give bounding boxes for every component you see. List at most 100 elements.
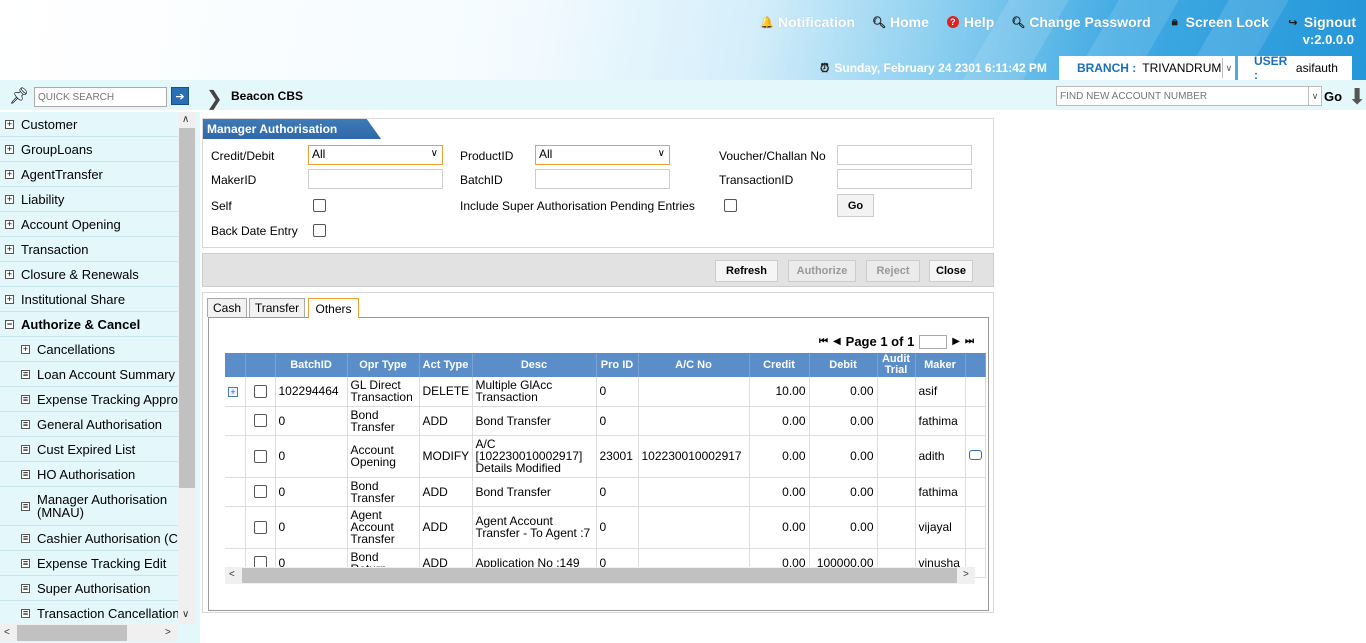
sidebar-item[interactable]: ≡ Manager Authorisation (MNAU) bbox=[0, 487, 178, 526]
sidebar-item[interactable]: + Closure & Renewals bbox=[0, 262, 178, 287]
table-row[interactable]: 0 Bond Transfer ADD Bond Transfer 0 0.00 0.00 f… bbox=[225, 477, 986, 507]
sidebar-item[interactable]: ≡ Loan Account Summary bbox=[0, 362, 178, 387]
tab-others[interactable]: Others bbox=[308, 298, 359, 318]
nav-change-password[interactable]: 🔍︎ Change Password bbox=[1011, 14, 1150, 30]
sidebar-item[interactable]: ≡ Cashier Authorisation (CAU) bbox=[0, 526, 178, 551]
header-batch[interactable]: BatchID bbox=[275, 353, 348, 377]
sidebar-item[interactable]: ≡ Expense Tracking Edit bbox=[0, 551, 178, 576]
tabs-area: Cash Transfer Others ⏮︎ ◀︎ Page 1 of 1 ▶… bbox=[202, 292, 994, 613]
sidebar-item[interactable]: + Customer bbox=[0, 112, 178, 137]
header-audit-trial[interactable]: Audit Trial bbox=[877, 353, 916, 377]
table-row[interactable]: 0 Agent Account Transfer ADD Agent Account … bbox=[225, 506, 986, 549]
header-opr-type[interactable]: Opr Type bbox=[347, 353, 420, 377]
nav-notification[interactable]: 🔔 Notification bbox=[760, 14, 855, 30]
scroll-down-icon[interactable]: ∨ bbox=[182, 609, 189, 620]
tab-cash[interactable]: Cash bbox=[207, 298, 247, 317]
next-page-icon[interactable]: ▶︎ bbox=[952, 336, 960, 347]
table-row[interactable]: 0 Bond Transfer ADD Bond Transfer 0 0.00 0.00 f… bbox=[225, 406, 986, 436]
arrow-down-icon[interactable]: ⬇︎ bbox=[1348, 84, 1366, 110]
back-date-checkbox[interactable] bbox=[313, 224, 326, 237]
sidebar-item[interactable]: ≡ Cust Expired List bbox=[0, 437, 178, 462]
sidebar-item[interactable]: + AgentTransfer bbox=[0, 162, 178, 187]
sidebar-item[interactable]: ≡ HO Authorisation bbox=[0, 462, 178, 487]
product-select[interactable]: All ∨ bbox=[535, 145, 670, 165]
self-checkbox[interactable] bbox=[313, 199, 326, 212]
super-auth-checkbox[interactable] bbox=[724, 199, 737, 212]
maker-input[interactable] bbox=[308, 169, 443, 189]
sidebar-item[interactable]: ≡ Transaction Cancellation bbox=[0, 601, 178, 624]
expand-row-icon[interactable]: + bbox=[228, 387, 238, 398]
chevron-down-icon[interactable]: ∨ bbox=[1308, 87, 1321, 105]
sidebar-item[interactable]: + Transaction bbox=[0, 237, 178, 262]
sidebar-item[interactable]: + Liability bbox=[0, 187, 178, 212]
scroll-left-icon[interactable]: < bbox=[4, 627, 10, 638]
prev-page-icon[interactable]: ◀︎ bbox=[833, 336, 841, 347]
scrollbar-thumb[interactable] bbox=[179, 128, 195, 488]
scrollbar-thumb[interactable] bbox=[17, 625, 127, 641]
row-checkbox[interactable] bbox=[253, 485, 267, 499]
branch-selector[interactable]: BRANCH : TRIVANDRUM ∨ bbox=[1058, 56, 1235, 80]
header-maker[interactable]: Maker bbox=[915, 353, 966, 377]
row-checkbox[interactable] bbox=[253, 449, 267, 463]
cell-credit: 10.00 bbox=[749, 377, 810, 407]
expand-icon: + bbox=[5, 193, 14, 204]
credit-debit-select[interactable]: All ∨ bbox=[308, 145, 443, 165]
authorize-button[interactable]: Authorize bbox=[788, 260, 856, 282]
expand-icon: + bbox=[21, 343, 30, 354]
cell-ac-no bbox=[638, 406, 750, 436]
comment-cell bbox=[965, 435, 986, 478]
sidebar-item[interactable]: ≡ Super Authorisation bbox=[0, 576, 178, 601]
pin-icon[interactable]: 📌︎ bbox=[9, 86, 29, 106]
nav-help[interactable]: ? Help bbox=[946, 14, 994, 30]
table-row[interactable]: +102294464 GL Direct Transaction DELETE Mul… bbox=[225, 377, 986, 407]
scroll-up-icon[interactable]: ∧ bbox=[182, 114, 189, 125]
refresh-button[interactable]: Refresh bbox=[715, 260, 778, 282]
sidebar-item[interactable]: ≡ Expense Tracking Approval bbox=[0, 387, 178, 412]
sidebar-item[interactable]: − Authorize & Cancel bbox=[0, 312, 178, 337]
row-checkbox[interactable] bbox=[253, 414, 267, 428]
scrollbar-thumb[interactable] bbox=[242, 568, 957, 583]
header-credit[interactable]: Credit bbox=[749, 353, 810, 377]
sidebar-item[interactable]: + Account Opening bbox=[0, 212, 178, 237]
account-search-input[interactable] bbox=[1056, 86, 1322, 106]
cell-opr-type: Bond Transfer bbox=[347, 477, 420, 507]
tab-transfer[interactable]: Transfer bbox=[249, 298, 305, 317]
header-debit[interactable]: Debit bbox=[809, 353, 878, 377]
grid-horizontal-scrollbar[interactable]: < > bbox=[225, 567, 975, 584]
chevron-down-icon[interactable]: ∨ bbox=[1221, 58, 1235, 78]
nav-signout[interactable]: ↪ Signout bbox=[1287, 14, 1356, 30]
page-input[interactable] bbox=[919, 334, 948, 349]
scroll-right-icon[interactable]: > bbox=[963, 569, 969, 580]
row-checkbox[interactable] bbox=[253, 384, 267, 398]
header-act-type[interactable]: Act Type bbox=[419, 353, 473, 377]
batch-input[interactable] bbox=[535, 169, 670, 189]
account-go-button[interactable]: Go bbox=[1324, 89, 1342, 104]
transaction-input[interactable] bbox=[837, 169, 972, 189]
sidebar-item[interactable]: + Institutional Share bbox=[0, 287, 178, 312]
sidebar-horizontal-scrollbar[interactable]: < > bbox=[0, 624, 178, 642]
header-pro-id[interactable]: Pro ID bbox=[596, 353, 639, 377]
quick-search-go-button[interactable]: ➔ bbox=[171, 87, 189, 105]
sidebar-item[interactable]: + GroupLoans bbox=[0, 137, 178, 162]
go-button[interactable]: Go bbox=[837, 194, 874, 217]
header-ac-no[interactable]: A/C No bbox=[638, 353, 750, 377]
header-desc[interactable]: Desc bbox=[472, 353, 597, 377]
scroll-right-icon[interactable]: > bbox=[165, 627, 171, 638]
reject-button[interactable]: Reject bbox=[866, 260, 920, 282]
clock-icon: ⏰︎ bbox=[820, 60, 830, 75]
comment-icon[interactable] bbox=[968, 450, 982, 460]
sidebar-item[interactable]: + Cancellations bbox=[0, 337, 178, 362]
table-row[interactable]: 0 Account Opening MODIFY A/C [1022300100029… bbox=[225, 435, 986, 478]
last-page-icon[interactable]: ⏭︎ bbox=[965, 336, 974, 347]
scroll-left-icon[interactable]: < bbox=[229, 569, 235, 580]
nav-screen-lock[interactable]: 🔒︎ Screen Lock bbox=[1169, 14, 1269, 30]
quick-search-input[interactable] bbox=[34, 87, 167, 107]
sidebar-item[interactable]: ≡ General Authorisation bbox=[0, 412, 178, 437]
row-checkbox[interactable] bbox=[253, 520, 267, 534]
sidebar-vertical-scrollbar[interactable]: ∧ ∨ bbox=[178, 112, 196, 624]
nav-home[interactable]: 🔍︎ Home bbox=[872, 14, 929, 30]
first-page-icon[interactable]: ⏮︎ bbox=[819, 336, 828, 347]
voucher-input[interactable] bbox=[837, 145, 972, 165]
close-button[interactable]: Close bbox=[929, 260, 973, 282]
cell-debit: 0.00 bbox=[809, 435, 878, 478]
